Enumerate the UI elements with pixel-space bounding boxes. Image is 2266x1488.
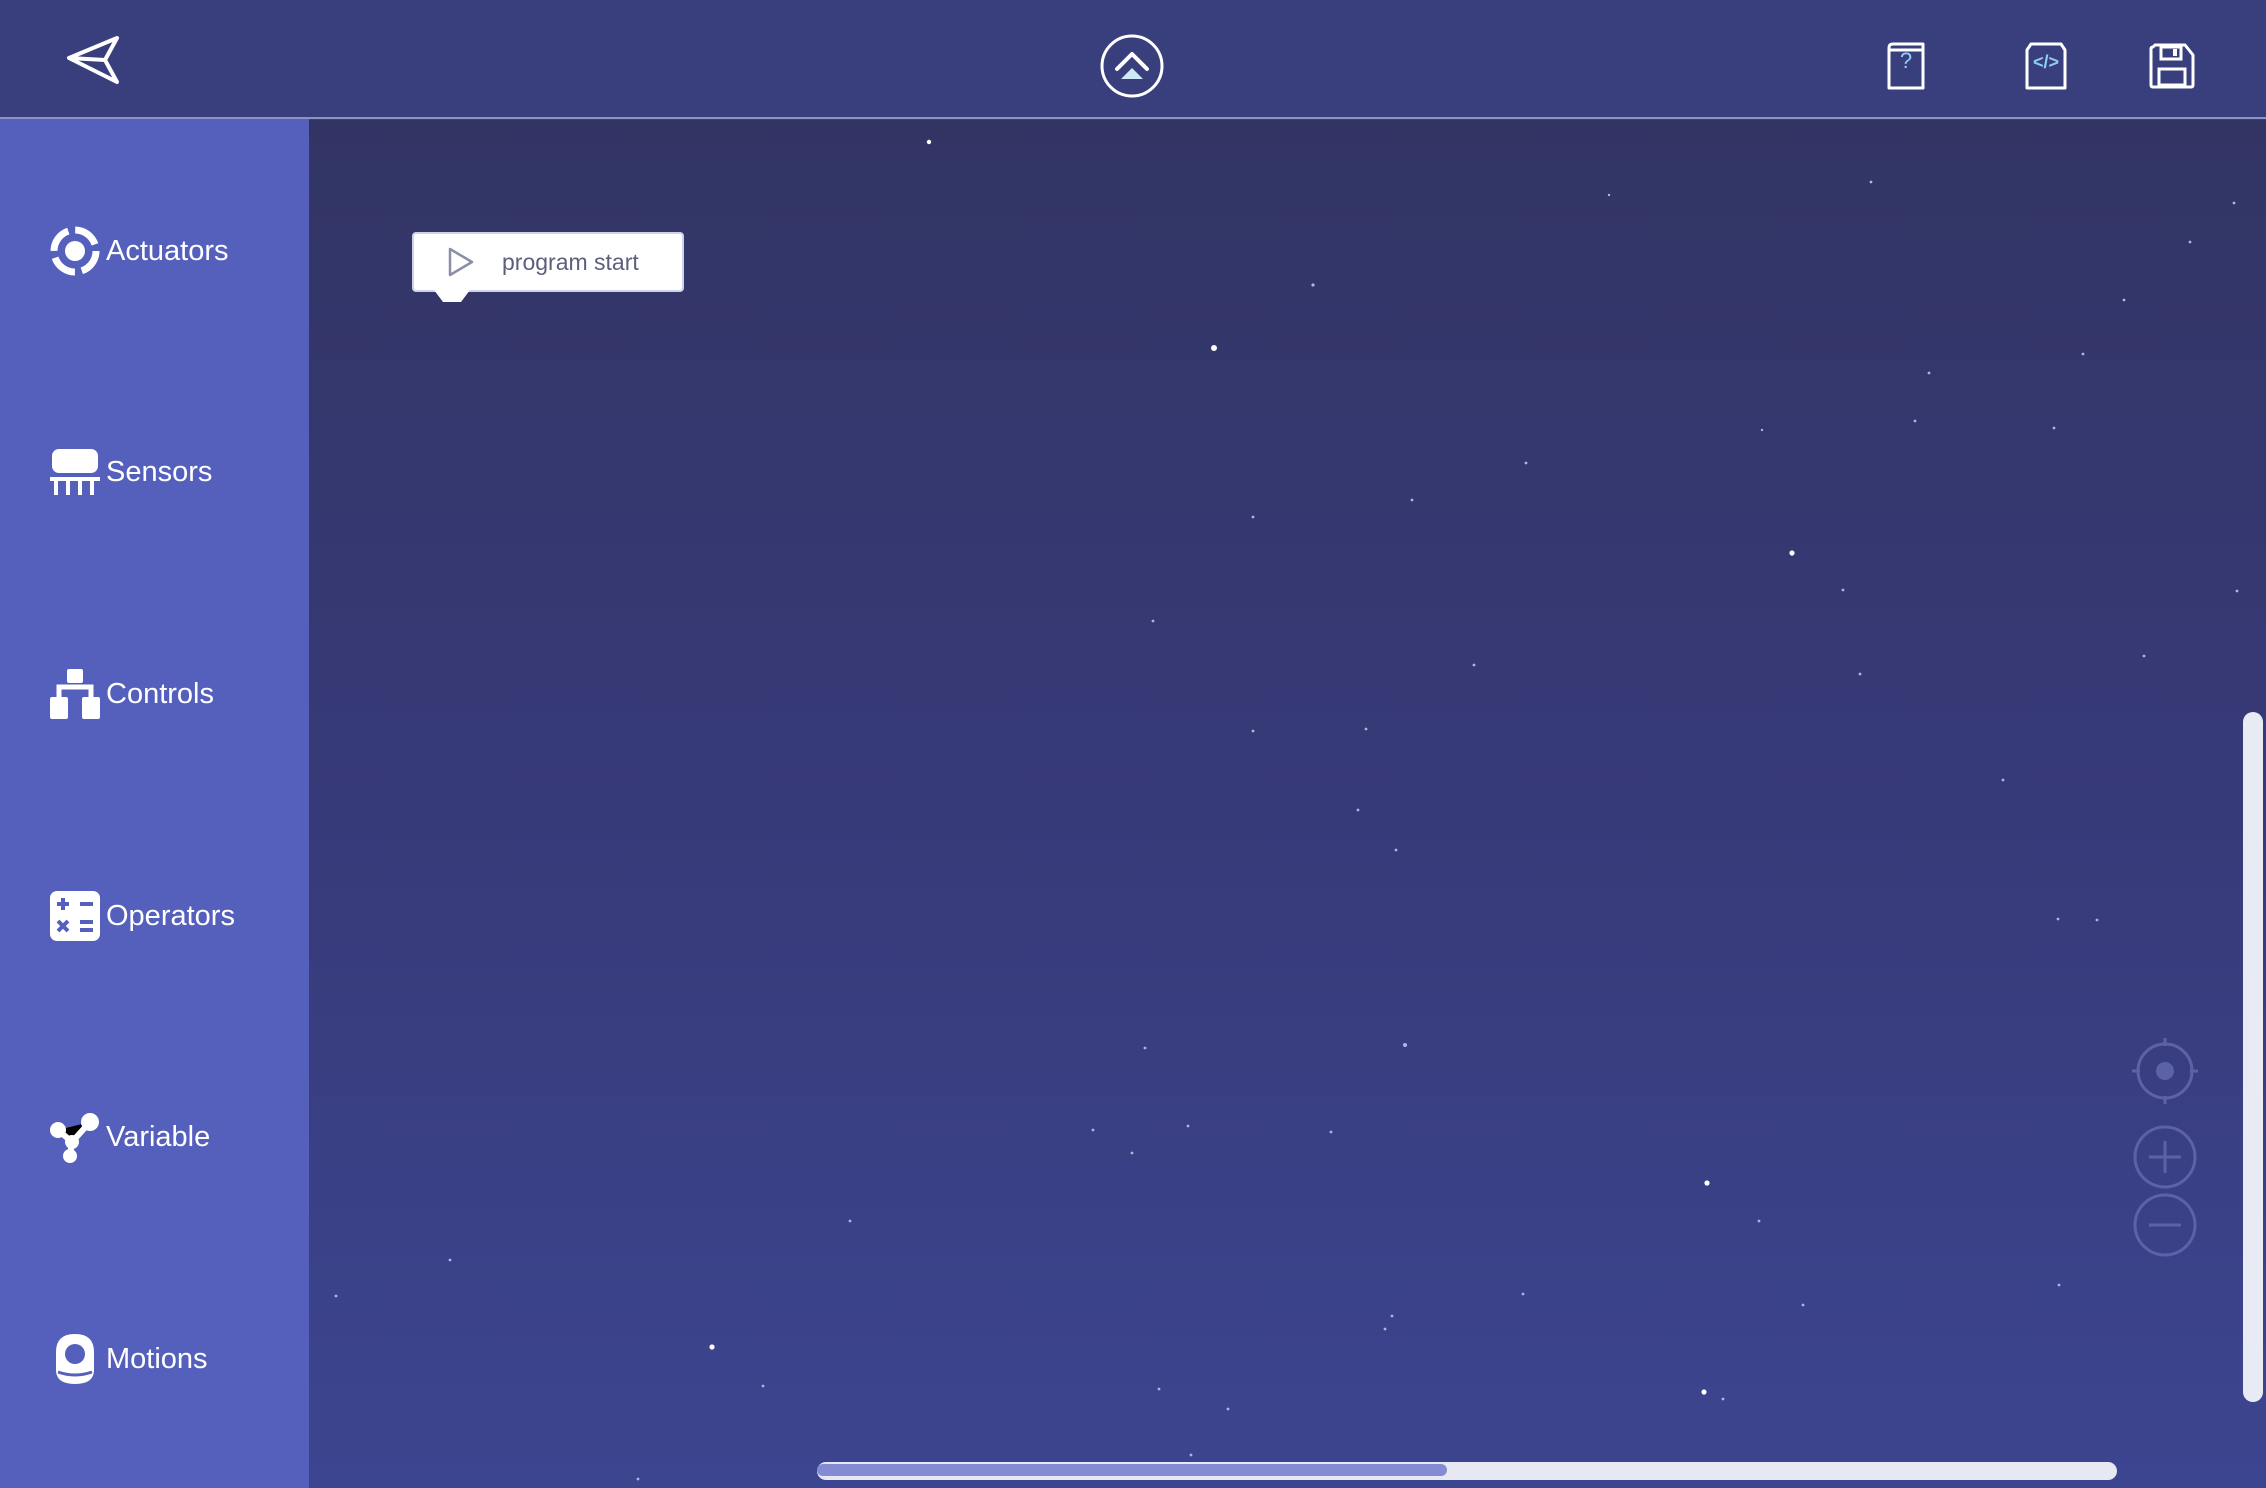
star — [926, 139, 932, 145]
star — [1403, 1043, 1407, 1047]
upload-button[interactable] — [1098, 32, 1166, 100]
target-icon — [2132, 1038, 2198, 1104]
help-button[interactable]: ? — [1880, 38, 1932, 94]
minus-icon — [2133, 1193, 2197, 1257]
variable-nodes-icon — [48, 1110, 102, 1164]
sidebar-item-actuators[interactable]: Actuators — [0, 206, 309, 296]
sidebar-item-motions[interactable]: Motions — [0, 1314, 309, 1404]
actuator-ring-icon — [48, 224, 102, 278]
star — [1394, 848, 1398, 852]
star — [2052, 426, 2056, 430]
star — [2142, 654, 2146, 658]
play-icon — [448, 247, 474, 277]
operators-calculator-icon — [48, 889, 102, 943]
star — [1869, 180, 1873, 184]
star — [761, 1384, 765, 1388]
star — [2188, 240, 2192, 244]
star — [1251, 515, 1255, 519]
star — [1311, 283, 1315, 287]
app-root: ? </> Actuators Sensors Controls Operato… — [0, 0, 2266, 1488]
save-button[interactable] — [2144, 38, 2200, 94]
sensor-chip-icon — [48, 445, 102, 499]
block-workspace[interactable]: program start — [309, 120, 2266, 1488]
category-sidebar: Actuators Sensors Controls Operators Var… — [0, 119, 309, 1488]
star — [2095, 918, 2099, 922]
starfield-background — [334, 139, 2239, 1481]
star — [2057, 1283, 2061, 1287]
star — [848, 1219, 852, 1223]
star — [1356, 808, 1360, 812]
star — [1211, 345, 1217, 351]
star — [1329, 1130, 1333, 1134]
star — [1789, 550, 1795, 556]
horizontal-scrollbar-thumb[interactable] — [817, 1464, 1447, 1476]
upload-arrow-icon — [1100, 34, 1164, 98]
sidebar-item-label: Operators — [106, 899, 235, 932]
star — [1701, 1389, 1707, 1395]
paper-plane-back-icon — [67, 36, 119, 84]
sidebar-item-controls[interactable]: Controls — [0, 649, 309, 739]
star — [1801, 1303, 1805, 1307]
star — [1130, 1151, 1134, 1155]
star — [1383, 1327, 1387, 1331]
star — [1091, 1128, 1095, 1132]
zoom-in-button[interactable] — [2132, 1124, 2198, 1190]
star — [1226, 1407, 1230, 1411]
program-start-label: program start — [502, 248, 639, 275]
top-toolbar: ? </> — [0, 0, 2266, 119]
star — [2056, 917, 2060, 921]
star — [2232, 201, 2236, 205]
sidebar-item-label: Sensors — [106, 455, 213, 488]
star — [1704, 1180, 1710, 1186]
star — [448, 1258, 452, 1262]
back-button[interactable] — [60, 30, 126, 90]
star — [1927, 371, 1931, 375]
code-glyph: </> — [2032, 52, 2060, 72]
program-start-block[interactable]: program start — [412, 232, 684, 292]
star — [1760, 428, 1764, 432]
star — [636, 1477, 640, 1481]
star — [1607, 193, 1611, 197]
star — [1251, 729, 1255, 733]
vertical-scrollbar[interactable] — [2243, 712, 2263, 1402]
star — [709, 1344, 715, 1350]
sidebar-item-variable[interactable]: Variable — [0, 1092, 309, 1182]
recenter-button[interactable] — [2132, 1038, 2198, 1104]
star — [1858, 672, 1862, 676]
star — [1390, 1314, 1394, 1318]
star — [1721, 1397, 1725, 1401]
star — [1364, 727, 1368, 731]
star — [1524, 461, 1528, 465]
star — [1521, 1292, 1525, 1296]
star — [1757, 1219, 1761, 1223]
code-view-button[interactable]: </> — [2020, 38, 2072, 94]
zoom-out-button[interactable] — [2132, 1192, 2198, 1258]
star — [1186, 1124, 1190, 1128]
star — [1913, 419, 1917, 423]
plus-icon — [2133, 1125, 2197, 1189]
star — [334, 1294, 338, 1298]
controls-tree-icon — [48, 667, 102, 721]
star — [1143, 1046, 1147, 1050]
sidebar-item-label: Controls — [106, 677, 214, 710]
star — [2001, 778, 2005, 782]
star — [1472, 663, 1476, 667]
sidebar-item-label: Variable — [106, 1120, 211, 1153]
star — [2081, 352, 2085, 356]
help-glyph: ? — [1899, 48, 1913, 73]
star — [1157, 1387, 1161, 1391]
sidebar-item-label: Motions — [106, 1342, 208, 1375]
motions-robot-icon — [48, 1332, 102, 1386]
star — [2122, 298, 2126, 302]
star — [1189, 1453, 1193, 1457]
sidebar-item-operators[interactable]: Operators — [0, 871, 309, 961]
sidebar-item-label: Actuators — [106, 234, 229, 267]
star — [1841, 588, 1845, 592]
star — [2235, 589, 2239, 593]
star — [1151, 619, 1155, 623]
floppy-disk-icon — [2149, 43, 2195, 89]
star — [1410, 498, 1414, 502]
sidebar-item-sensors[interactable]: Sensors — [0, 427, 309, 517]
